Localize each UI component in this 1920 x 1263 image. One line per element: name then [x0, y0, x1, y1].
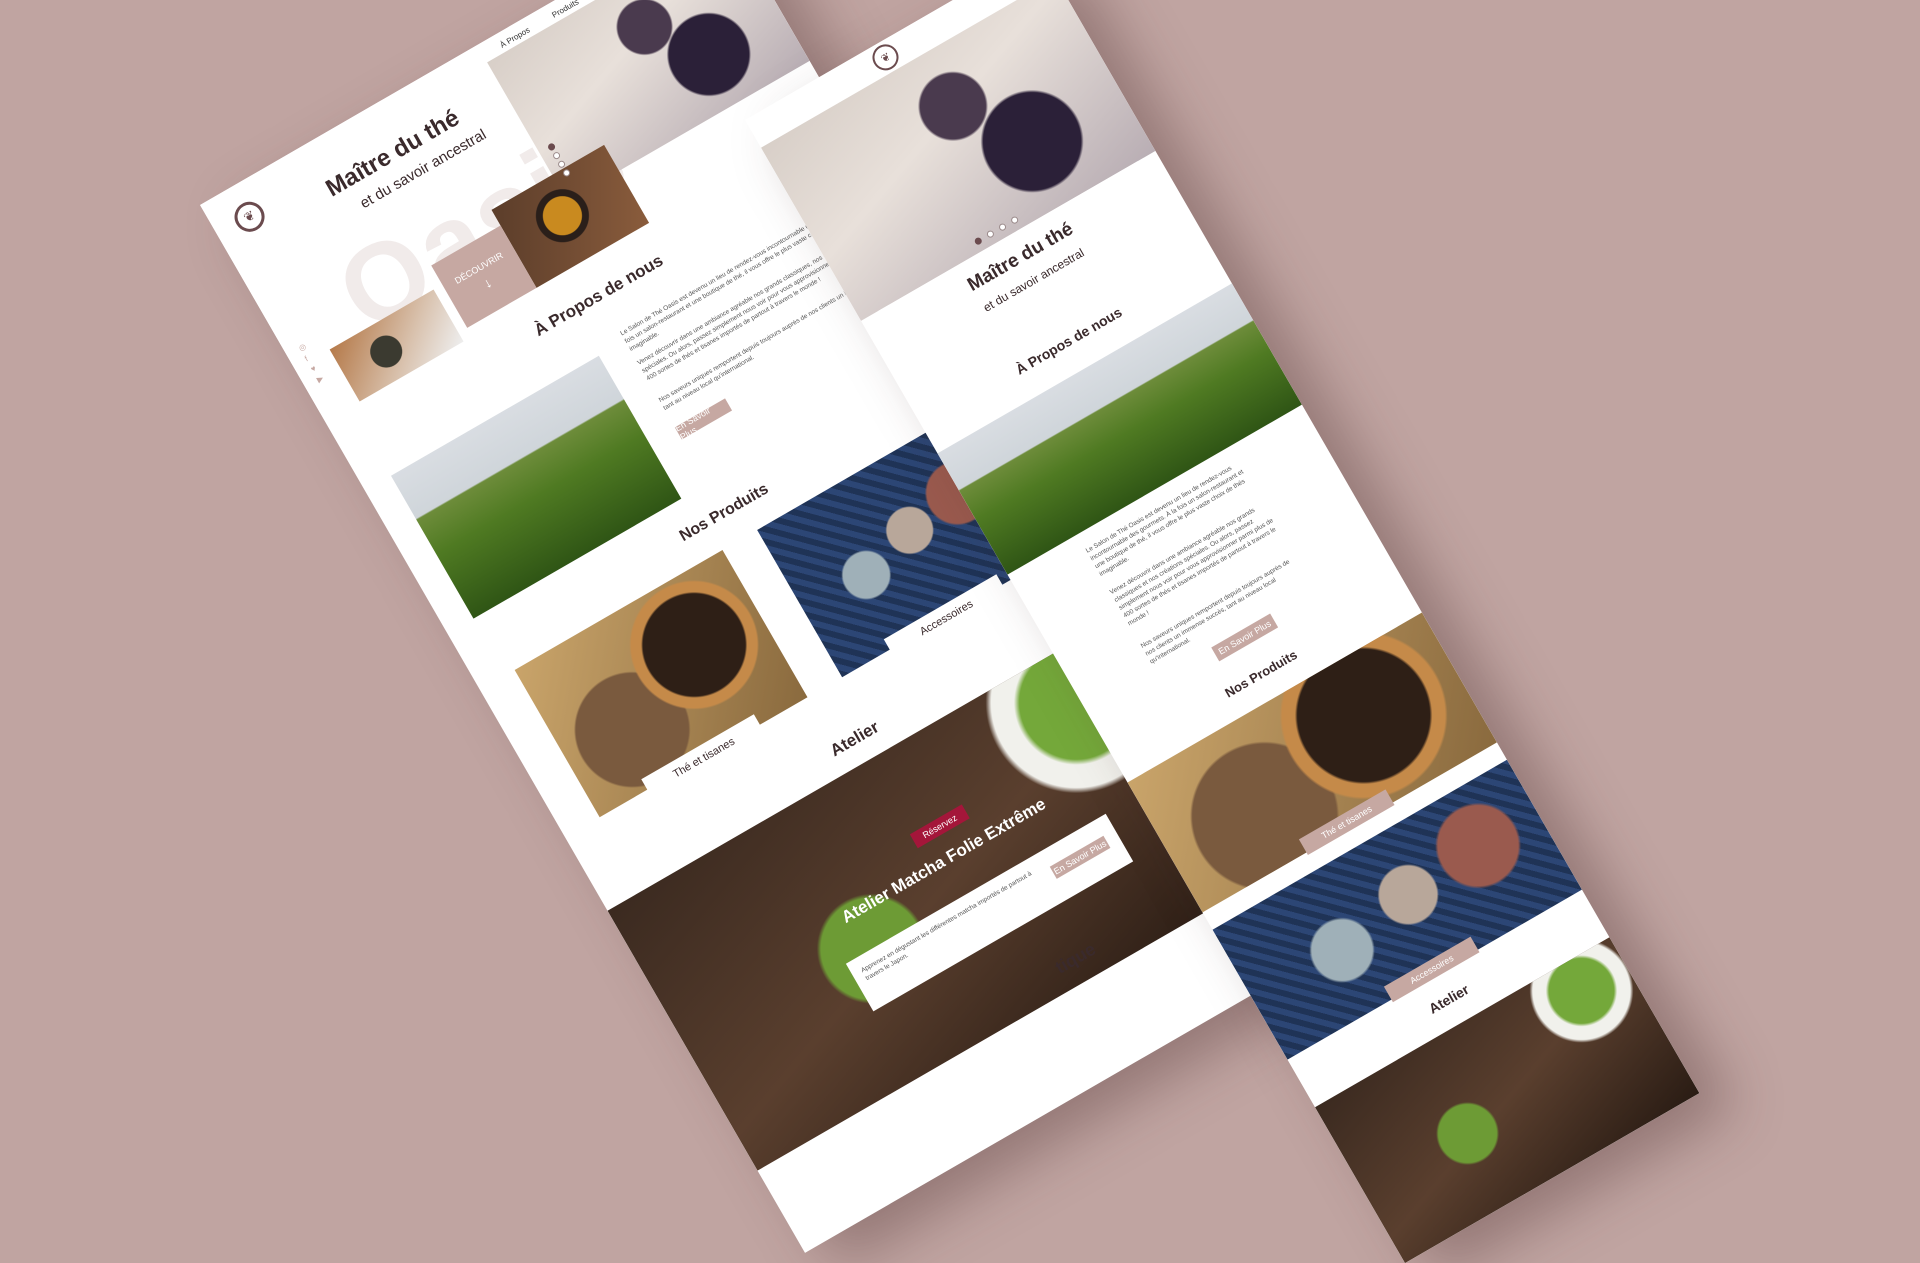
workshop-learn-more-button[interactable]: En Savoir Plus [1049, 835, 1111, 879]
about-image-tea-field [390, 355, 682, 619]
about-learn-more-button[interactable]: En Savoir Plus [673, 398, 733, 442]
logo[interactable]: ❦ [229, 196, 271, 238]
mobile-shop-cta[interactable]: Pour accéder à notre boutique en-ligne (… [1144, 1172, 1304, 1263]
facebook-icon[interactable]: f [303, 354, 309, 363]
heart-icon[interactable]: ♥ [309, 364, 318, 374]
instagram-icon[interactable]: ◎ [297, 342, 308, 353]
youtube-icon[interactable]: ▶ [315, 373, 325, 384]
discover-label: DÉCOUVRIR [452, 250, 505, 286]
arrow-down-icon: ↓ [480, 274, 495, 292]
